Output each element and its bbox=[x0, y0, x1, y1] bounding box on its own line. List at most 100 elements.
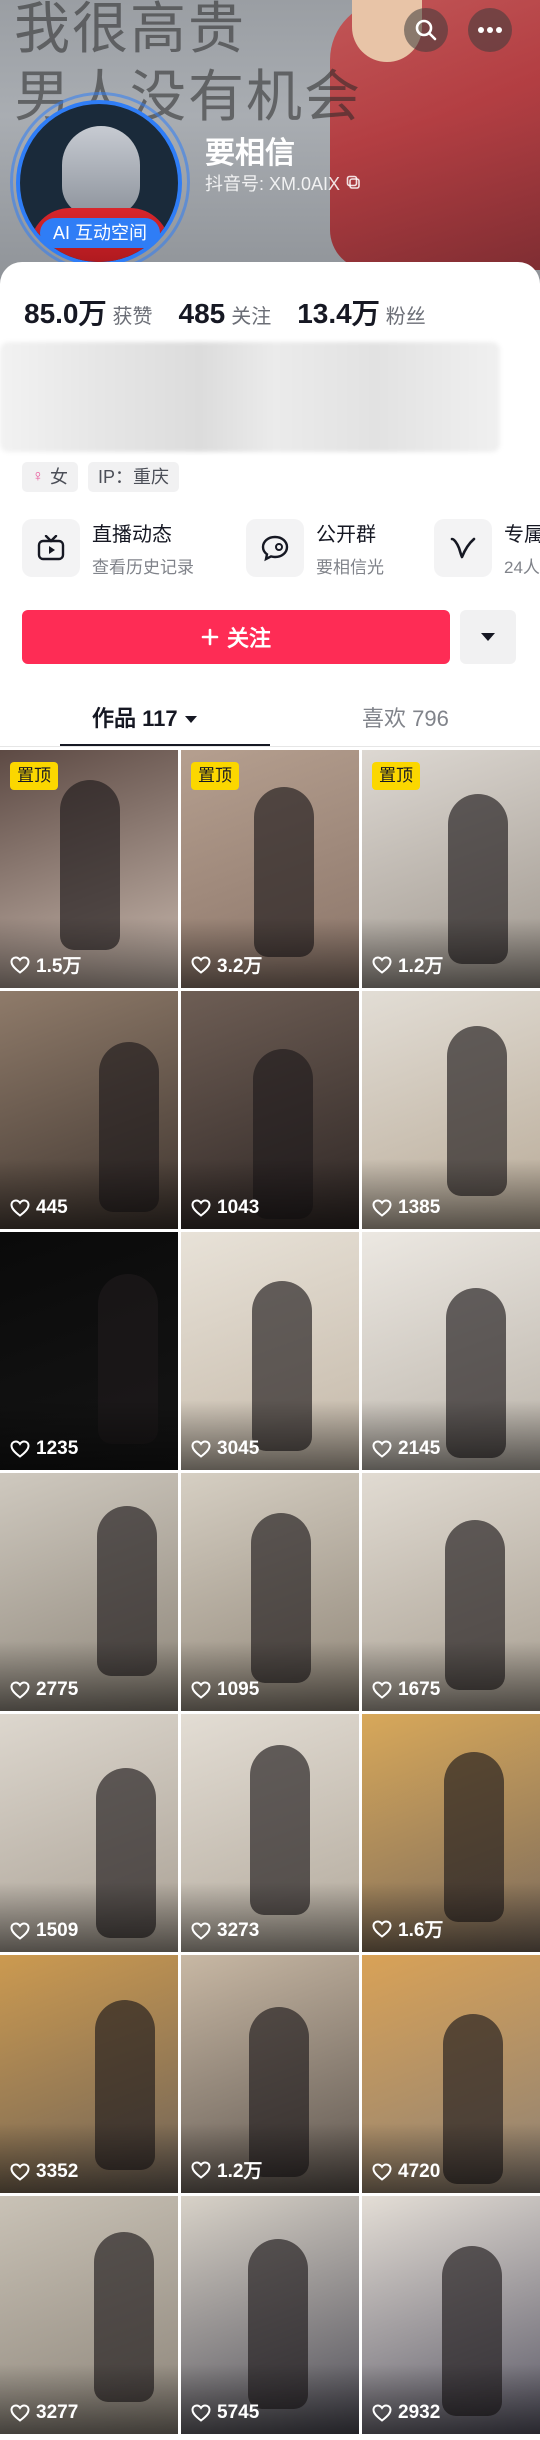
following-count[interactable]: 485 bbox=[179, 298, 226, 330]
profile-tags: ♀ 女 IP：重庆 bbox=[22, 462, 180, 492]
heart-outline-icon bbox=[372, 1919, 392, 1938]
heart-outline-icon bbox=[372, 955, 392, 974]
heart-outline-icon bbox=[10, 1199, 30, 1217]
video-thumbnail[interactable]: 2145 bbox=[362, 1232, 540, 1470]
heart-outline-icon bbox=[191, 955, 211, 974]
live-history-shortcut[interactable]: 直播动态 查看历史记录 bbox=[22, 518, 194, 578]
heart-outline-icon bbox=[372, 2404, 392, 2422]
heart-outline-icon bbox=[10, 2404, 30, 2422]
heart-outline-icon bbox=[372, 1199, 392, 1217]
video-thumbnail[interactable]: 置顶 1.2万 bbox=[362, 750, 540, 988]
copy-icon[interactable] bbox=[346, 175, 362, 191]
heart-outline-icon bbox=[372, 1681, 392, 1699]
feature-shortcuts: 直播动态 查看历史记录 公开群 要相信光 专属 24人 bbox=[22, 518, 540, 588]
ai-interactive-space-badge[interactable]: AI 互动空间 bbox=[40, 218, 160, 248]
more-options-button[interactable] bbox=[468, 8, 512, 52]
caret-down-icon bbox=[481, 633, 495, 641]
search-icon bbox=[415, 19, 437, 41]
video-like-count: 1043 bbox=[191, 1197, 259, 1219]
video-thumbnail[interactable]: 2775 bbox=[0, 1473, 178, 1711]
like-count-text: 1509 bbox=[36, 1920, 79, 1941]
gender-tag: ♀ 女 bbox=[22, 462, 78, 492]
live-history-subtitle: 查看历史记录 bbox=[92, 558, 194, 577]
blurred-bio bbox=[0, 342, 500, 452]
video-like-count: 1.5万 bbox=[10, 951, 81, 978]
video-thumbnail[interactable]: 3273 bbox=[181, 1714, 359, 1952]
like-count-text: 3277 bbox=[36, 2402, 79, 2423]
like-count-text: 3352 bbox=[36, 2161, 79, 2182]
video-thumbnail[interactable]: 1385 bbox=[362, 991, 540, 1229]
v-badge-icon bbox=[450, 537, 476, 559]
followers-count[interactable]: 13.4万 bbox=[297, 292, 380, 332]
video-thumbnail[interactable]: 1675 bbox=[362, 1473, 540, 1711]
public-group-title: 公开群 bbox=[316, 524, 376, 546]
cover-overlay-text-line1: 我很高贵 bbox=[14, 0, 246, 62]
like-count-text: 445 bbox=[36, 1197, 68, 1218]
ip-location-tag: IP：重庆 bbox=[88, 462, 180, 492]
plus-icon bbox=[201, 628, 219, 646]
video-thumbnail[interactable]: 1.6万 bbox=[362, 1714, 540, 1952]
video-thumbnail[interactable]: 5745 bbox=[181, 2196, 359, 2434]
heart-outline-icon bbox=[10, 1681, 30, 1699]
video-thumbnail[interactable]: 3352 bbox=[0, 1955, 178, 2193]
ip-location-label: IP：重庆 bbox=[98, 467, 170, 487]
video-thumbnail[interactable]: 1235 bbox=[0, 1232, 178, 1470]
female-icon: ♀ bbox=[32, 468, 44, 485]
recommend-dropdown-button[interactable] bbox=[460, 610, 516, 664]
video-thumbnail[interactable]: 4720 bbox=[362, 1955, 540, 2193]
video-thumbnail[interactable]: 3277 bbox=[0, 2196, 178, 2434]
profile-tabs: 作品 117 喜欢 796 bbox=[0, 702, 540, 748]
heart-outline-icon bbox=[372, 2163, 392, 2181]
douyin-id-row[interactable]: 抖音号: XM.0AIX bbox=[205, 170, 362, 196]
like-count-text: 1675 bbox=[398, 1679, 441, 1700]
likes-label: 获赞 bbox=[112, 306, 153, 328]
like-count-text: 1.6万 bbox=[398, 1920, 444, 1941]
tabs-divider bbox=[0, 746, 540, 747]
video-thumbnail[interactable]: 置顶 1.5万 bbox=[0, 750, 178, 988]
video-like-count: 4720 bbox=[372, 2161, 440, 2183]
video-thumbnail[interactable]: 2932 bbox=[362, 2196, 540, 2434]
following-label: 关注 bbox=[231, 306, 272, 328]
video-thumbnail[interactable]: 445 bbox=[0, 991, 178, 1229]
like-count-text: 2145 bbox=[398, 1438, 441, 1459]
like-count-text: 5745 bbox=[217, 2402, 260, 2423]
followers-label: 粉丝 bbox=[385, 306, 426, 328]
pinned-badge: 置顶 bbox=[10, 762, 58, 790]
public-group-shortcut[interactable]: 公开群 要相信光 bbox=[246, 518, 384, 578]
tab-likes[interactable]: 喜欢 796 bbox=[362, 702, 449, 748]
video-thumbnail[interactable]: 3045 bbox=[181, 1232, 359, 1470]
video-like-count: 5745 bbox=[191, 2402, 259, 2424]
video-thumbnail[interactable]: 1095 bbox=[181, 1473, 359, 1711]
video-like-count: 445 bbox=[10, 1197, 68, 1219]
like-count-text: 3.2万 bbox=[217, 956, 263, 977]
douyin-id-text: 抖音号: XM.0AIX bbox=[205, 174, 341, 194]
video-thumbnail[interactable]: 置顶 3.2万 bbox=[181, 750, 359, 988]
pinned-badge: 置顶 bbox=[191, 762, 239, 790]
video-thumbnail[interactable]: 1.2万 bbox=[181, 1955, 359, 2193]
like-count-text: 1235 bbox=[36, 1438, 79, 1459]
like-count-text: 1095 bbox=[217, 1679, 260, 1700]
follow-button[interactable]: 关注 bbox=[22, 610, 450, 664]
video-thumbnail[interactable]: 1509 bbox=[0, 1714, 178, 1952]
avatar-head bbox=[62, 126, 140, 216]
video-like-count: 3277 bbox=[10, 2402, 78, 2424]
gender-label: 女 bbox=[50, 467, 68, 487]
like-count-text: 4720 bbox=[398, 2161, 441, 2182]
like-count-text: 2932 bbox=[398, 2402, 441, 2423]
heart-outline-icon bbox=[10, 2163, 30, 2181]
search-button[interactable] bbox=[404, 8, 448, 52]
like-count-text: 3273 bbox=[217, 1920, 260, 1941]
profile-stats: 85.0万 获赞 485 关注 13.4万 粉丝 bbox=[24, 292, 452, 332]
tab-works[interactable]: 作品 117 bbox=[92, 702, 198, 748]
heart-outline-icon bbox=[372, 1440, 392, 1458]
heart-outline-icon bbox=[191, 2404, 211, 2422]
video-thumbnail[interactable]: 1043 bbox=[181, 991, 359, 1229]
video-like-count: 1385 bbox=[372, 1197, 440, 1219]
likes-count[interactable]: 85.0万 bbox=[24, 292, 107, 332]
public-group-subtitle: 要相信光 bbox=[316, 558, 384, 577]
chat-icon-box bbox=[246, 519, 304, 577]
exclusive-shortcut[interactable]: 专属 24人 bbox=[434, 518, 540, 578]
video-like-count: 3273 bbox=[191, 1920, 259, 1942]
like-count-text: 1043 bbox=[217, 1197, 260, 1218]
tv-icon-box bbox=[22, 519, 80, 577]
